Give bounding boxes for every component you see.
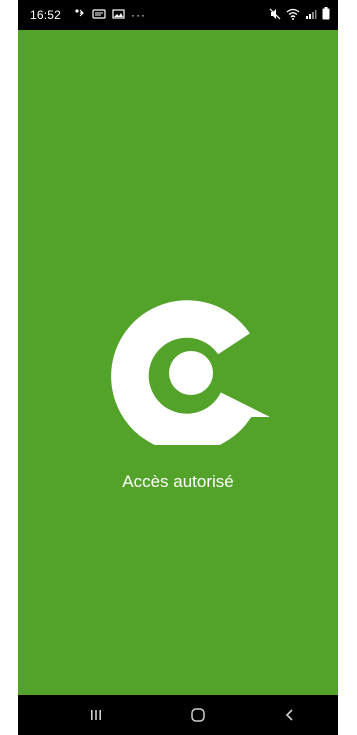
message-icon [92, 9, 106, 19]
status-bar: 16:52 ··· [18, 0, 338, 30]
recent-apps-button[interactable] [76, 703, 116, 727]
access-screen: Accès autorisé [18, 30, 338, 695]
back-icon [285, 709, 293, 721]
phone-screen: 16:52 ··· Accès autorisé [18, 0, 338, 735]
navigation-bar [18, 695, 338, 735]
mute-icon [269, 8, 281, 19]
recent-apps-icon [91, 710, 101, 720]
more-notifications-indicator: ··· [131, 8, 146, 22]
back-button[interactable] [270, 703, 310, 727]
home-icon [191, 708, 205, 722]
bluetooth-audio-icon [75, 9, 84, 17]
status-time: 16:52 [30, 8, 62, 22]
home-button[interactable] [178, 703, 218, 727]
battery-icon [322, 7, 330, 20]
wifi-icon [286, 8, 300, 20]
circle-search-logo [111, 300, 270, 445]
signal-icon [306, 9, 317, 19]
image-icon [112, 9, 125, 19]
access-status-text: Accès autorisé [122, 472, 234, 491]
notification-icons: ··· [74, 8, 146, 22]
system-icons [269, 7, 330, 20]
